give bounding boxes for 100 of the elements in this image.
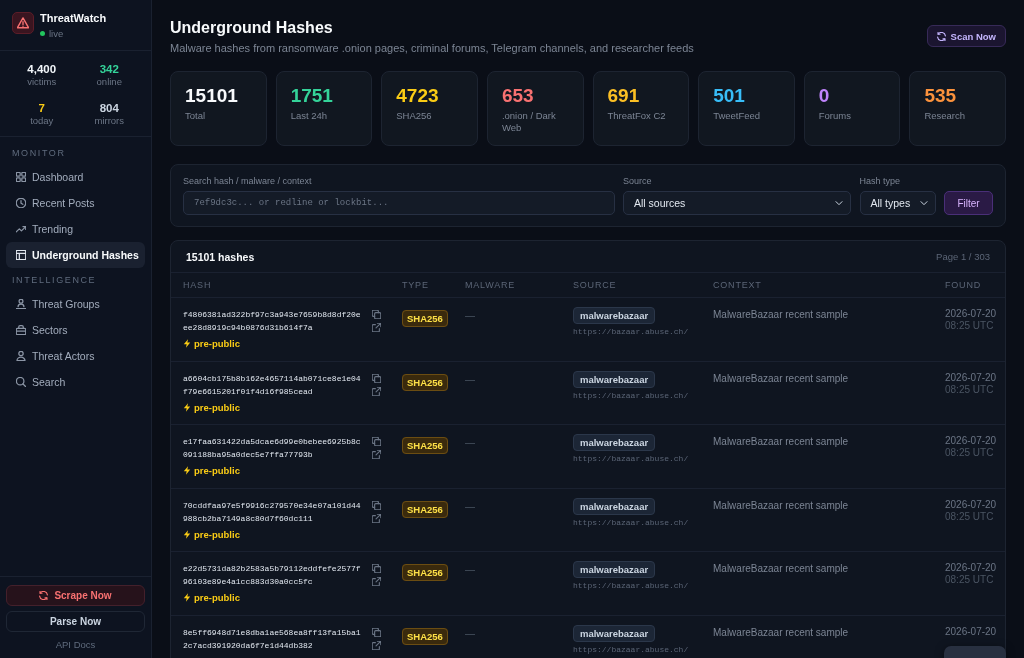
docs-link[interactable]: API Docs bbox=[55, 639, 96, 651]
nav-item[interactable]: Recent Posts bbox=[6, 190, 145, 216]
found-date: 2026-07-20 bbox=[945, 308, 997, 320]
external-link-icon[interactable] bbox=[371, 386, 381, 396]
bolt-icon bbox=[183, 593, 191, 603]
warning-icon bbox=[12, 12, 34, 34]
briefcase-icon bbox=[16, 325, 26, 335]
stat-label: SHA256 bbox=[396, 110, 432, 122]
external-link-icon[interactable] bbox=[371, 323, 381, 332]
copy-icon[interactable] bbox=[371, 373, 381, 383]
stat-value: 15101 bbox=[185, 85, 238, 107]
source-select[interactable]: All sources bbox=[623, 191, 851, 215]
user-icon bbox=[16, 299, 26, 309]
found-time: 08:25 UTC bbox=[945, 574, 994, 587]
app-name: ThreatWatch bbox=[40, 12, 107, 25]
page-indicator: Page 1 / 303 bbox=[936, 251, 990, 262]
external-link-icon[interactable] bbox=[371, 450, 381, 460]
search-field[interactable]: 7ef9dc3c... or redline or lockbit... bbox=[183, 191, 615, 215]
nav-item[interactable]: Search bbox=[6, 369, 145, 395]
stat-value: 4723 bbox=[396, 85, 439, 107]
parse-button[interactable]: Parse Now bbox=[6, 611, 145, 632]
copy-icon[interactable] bbox=[371, 500, 381, 510]
stat-label: Forums bbox=[818, 110, 851, 122]
stat-value: 1751 bbox=[290, 85, 333, 107]
field-label: Search hash / malware / context bbox=[183, 176, 312, 187]
scan-button[interactable]: Scan Now bbox=[926, 25, 1006, 47]
stat-value: 342 bbox=[99, 63, 119, 76]
hash-type-badge: SHA256 bbox=[402, 564, 448, 582]
bolt-icon bbox=[183, 466, 191, 476]
person-icon bbox=[16, 351, 26, 361]
nav-item[interactable]: Threat Groups bbox=[6, 291, 145, 317]
stat-label: Last 24h bbox=[290, 110, 328, 122]
found-date: 2026-07-20 bbox=[945, 625, 997, 638]
hash-text: f4806381ad322bf97c3a943e7659b8d8df20eee28d8919c94b0876d31b614f7a bbox=[183, 309, 361, 334]
stat-label: victims bbox=[27, 76, 57, 88]
source-url: https://bazaar.abuse.ch/ bbox=[573, 517, 689, 528]
copy-icon[interactable] bbox=[371, 437, 381, 447]
stat-value: 501 bbox=[713, 85, 745, 107]
source-url: https://bazaar.abuse.ch/ bbox=[573, 390, 689, 401]
external-link-icon[interactable] bbox=[371, 513, 381, 523]
malware-text: — bbox=[465, 499, 475, 513]
hash-type-select[interactable]: All types bbox=[859, 191, 936, 215]
table-icon bbox=[16, 250, 26, 260]
copy-icon[interactable] bbox=[371, 564, 381, 574]
stat-label: today bbox=[30, 115, 54, 127]
source-badge: malwarebazaar bbox=[573, 624, 656, 642]
hash-type-badge: SHA256 bbox=[402, 500, 448, 518]
grid-icon bbox=[16, 172, 26, 182]
source-badge: malwarebazaar bbox=[573, 370, 656, 388]
external-link-icon[interactable] bbox=[371, 640, 381, 650]
search-icon bbox=[16, 377, 26, 387]
scrape-button[interactable]: Scrape Now bbox=[6, 585, 145, 606]
stat-value: 691 bbox=[607, 85, 640, 107]
context-text: MalwareBazaar recent sample bbox=[713, 435, 849, 449]
source-badge: malwarebazaar bbox=[573, 307, 656, 324]
found-date: 2026-07-20 bbox=[945, 498, 997, 511]
clock-icon bbox=[16, 198, 26, 208]
column-header: HASH bbox=[183, 280, 212, 290]
stat-value: 535 bbox=[924, 85, 957, 107]
tag-text: pre-public bbox=[194, 464, 240, 478]
hash-text: a6604cb175b8b162e4657114ab071ce8e1e04f79e6615201f01f4d16f985cead bbox=[183, 372, 361, 398]
hash-type-badge: SHA256 bbox=[402, 437, 448, 455]
found-time: 08:25 UTC bbox=[945, 510, 994, 523]
source-url: https://bazaar.abuse.ch/ bbox=[573, 454, 689, 465]
tag-text: pre-public bbox=[194, 527, 240, 541]
malware-text: — bbox=[465, 372, 475, 386]
copy-icon[interactable] bbox=[371, 310, 381, 319]
malware-text: — bbox=[465, 436, 475, 450]
source-badge: malwarebazaar bbox=[573, 434, 656, 452]
stat-label: .onion / Dark Web bbox=[501, 110, 557, 134]
bolt-icon bbox=[183, 339, 191, 348]
source-url: https://bazaar.abuse.ch/ bbox=[573, 644, 689, 655]
stat-value: 653 bbox=[501, 85, 534, 107]
stat-label: online bbox=[96, 76, 122, 88]
stat-value: 0 bbox=[818, 85, 830, 107]
context-text: MalwareBazaar recent sample bbox=[713, 371, 849, 385]
malware-text: — bbox=[465, 626, 475, 640]
context-text: MalwareBazaar recent sample bbox=[713, 498, 849, 512]
nav-item[interactable]: Underground Hashes bbox=[6, 242, 145, 268]
source-badge: malwarebazaar bbox=[573, 497, 656, 515]
refresh-icon bbox=[936, 31, 946, 41]
column-header: TYPE bbox=[402, 280, 429, 290]
copy-icon[interactable] bbox=[371, 627, 381, 637]
nav-item[interactable]: Threat Actors bbox=[6, 343, 145, 369]
malware-text: — bbox=[465, 563, 475, 577]
stat-value: 4,400 bbox=[27, 63, 57, 76]
context-text: MalwareBazaar recent sample bbox=[713, 625, 849, 639]
external-link-icon[interactable] bbox=[371, 577, 381, 587]
column-header: MALWARE bbox=[465, 280, 516, 290]
filter-button[interactable]: Filter bbox=[944, 191, 993, 215]
hash-text: 8e5ff6948d71e8dba1ae568ea8ff13fa15ba12c7acd391920da6f7e1d44db382 bbox=[183, 626, 361, 652]
source-url: https://bazaar.abuse.ch/ bbox=[573, 327, 689, 337]
nav-item[interactable]: Dashboard bbox=[6, 164, 145, 190]
nav-item[interactable]: Trending bbox=[6, 216, 145, 242]
chevron-down-icon bbox=[835, 199, 843, 207]
stat-label: Research bbox=[924, 110, 966, 122]
malware-text: — bbox=[465, 309, 475, 322]
nav-item[interactable]: Sectors bbox=[6, 317, 145, 343]
stat-label: ThreatFox C2 bbox=[607, 110, 666, 122]
status-dot-icon bbox=[40, 31, 45, 36]
